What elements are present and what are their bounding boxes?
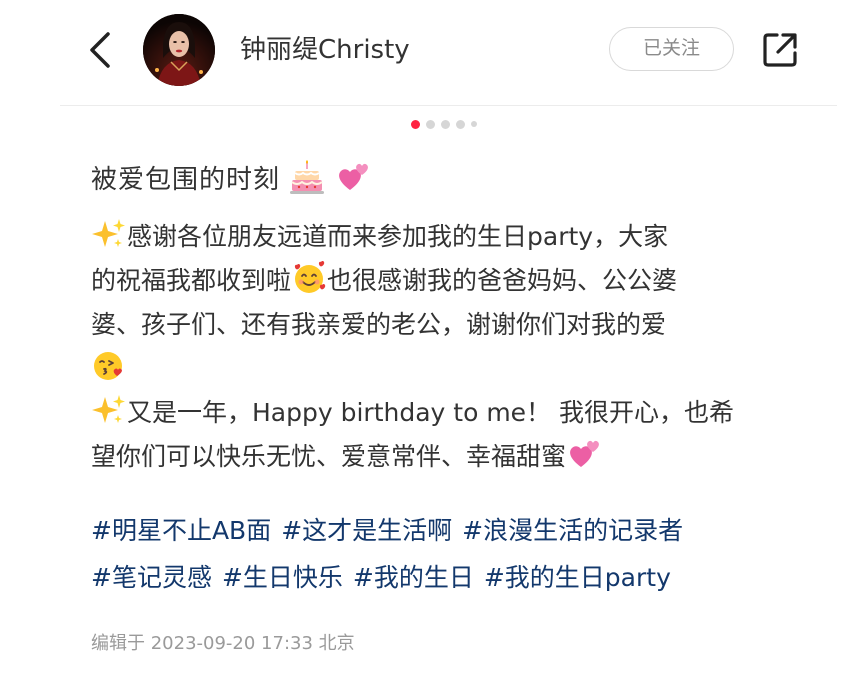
body-text-5: 又是一年，Happy birthday to me！ 我很开心，也希 [127, 398, 734, 427]
smiling-face-with-hearts-icon [294, 261, 326, 293]
back-button[interactable] [82, 28, 122, 72]
sparkles-icon [92, 395, 125, 423]
header-divider [60, 105, 837, 106]
body-text-4: 婆、孩子们、还有我亲爱的老公，谢谢你们对我的爱 [91, 310, 667, 339]
hashtag-row: #笔记灵感 #生日快乐 #我的生日 #我的生日party [91, 554, 811, 601]
hashtag-link[interactable]: #我的生日 [353, 563, 474, 592]
edited-timestamp: 编辑于 2023-09-20 17:33 北京 [91, 633, 355, 654]
follow-button[interactable]: 已关注 [609, 27, 734, 71]
share-external-icon [763, 33, 797, 67]
hashtag-list: #明星不止AB面 #这才是生活啊 #浪漫生活的记录者 #笔记灵感 #生日快乐 #我的生日… [91, 507, 811, 601]
body-line: 望你们可以快乐无忧、爱意常伴、幸福甜蜜 [91, 435, 811, 479]
carousel-dot[interactable] [471, 121, 477, 127]
two-hearts-icon [570, 440, 599, 467]
body-text-3: 也很感谢我的爸爸妈妈、公公婆 [327, 266, 678, 295]
hashtag-link[interactable]: #我的生日party [484, 563, 671, 592]
body-text-1: 感谢各位朋友远道而来参加我的生日party，大家 [127, 222, 669, 251]
hashtag-link[interactable]: #这才是生活啊 [281, 516, 452, 545]
two-hearts-icon [338, 163, 368, 190]
post-body: 感谢各位朋友远道而来参加我的生日party，大家 的祝福我都收到啦 也很感谢我的… [91, 215, 811, 479]
hashtag-link[interactable]: #浪漫生活的记录者 [462, 516, 683, 545]
avatar[interactable] [143, 14, 215, 86]
body-line: 又是一年，Happy birthday to me！ 我很开心，也希 [91, 391, 811, 435]
body-line: 的祝福我都收到啦 也很感谢我的爸爸妈妈、公公婆 [91, 259, 811, 303]
chevron-left-icon [90, 32, 110, 68]
carousel-indicator [411, 119, 483, 129]
hashtag-link[interactable]: #笔记灵感 [91, 563, 212, 592]
sparkles-icon [92, 219, 125, 247]
carousel-dot-active[interactable] [411, 119, 420, 129]
body-text-6: 望你们可以快乐无忧、爱意常伴、幸福甜蜜 [91, 442, 567, 471]
hashtag-link[interactable]: #生日快乐 [222, 563, 343, 592]
body-line [91, 347, 811, 391]
post-title-text: 被爱包围的时刻 [91, 165, 281, 195]
birthday-cake-icon [290, 160, 325, 194]
author-name[interactable]: 钟丽缇Christy [240, 30, 410, 70]
hashtag-link[interactable]: #明星不止AB面 [91, 516, 271, 545]
face-blowing-kiss-icon [94, 352, 122, 380]
body-line: 婆、孩子们、还有我亲爱的老公，谢谢你们对我的爱 [91, 303, 811, 347]
body-text-2: 的祝福我都收到啦 [91, 266, 292, 295]
body-line: 感谢各位朋友远道而来参加我的生日party，大家 [91, 215, 811, 259]
carousel-dot[interactable] [441, 119, 450, 129]
share-button[interactable] [760, 30, 800, 70]
hashtag-row: #明星不止AB面 #这才是生活啊 #浪漫生活的记录者 [91, 507, 811, 554]
avatar-image [143, 14, 215, 86]
post-header: 钟丽缇Christy 已关注 [0, 0, 865, 106]
carousel-dot[interactable] [456, 119, 465, 129]
post-title: 被爱包围的时刻 [91, 158, 371, 202]
carousel-dot[interactable] [426, 119, 435, 129]
